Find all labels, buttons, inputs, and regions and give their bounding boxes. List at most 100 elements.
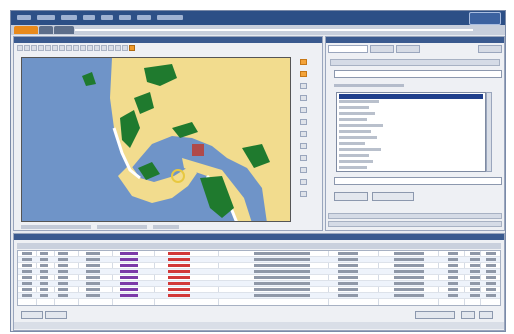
layer-toggle[interactable]	[300, 179, 307, 185]
table-cell[interactable]	[168, 258, 190, 261]
menu-item[interactable]	[17, 15, 31, 20]
table-cell	[448, 282, 458, 285]
table-cell[interactable]	[120, 270, 138, 273]
list-item[interactable]	[339, 112, 483, 117]
list-item[interactable]	[339, 118, 483, 123]
list-item[interactable]	[339, 94, 483, 99]
list-scrollbar[interactable]	[486, 92, 492, 172]
layer-toggle[interactable]	[300, 107, 307, 113]
table-cell[interactable]	[120, 282, 138, 285]
table-cell	[338, 294, 358, 297]
clear-icon[interactable]	[122, 45, 128, 51]
list-item[interactable]	[339, 136, 483, 141]
layer-toggle[interactable]	[300, 167, 307, 173]
full-extent-icon[interactable]	[59, 45, 65, 51]
list-item[interactable]	[339, 130, 483, 135]
table-cell[interactable]	[120, 252, 138, 255]
table-cell[interactable]	[168, 264, 190, 267]
list-item[interactable]	[339, 100, 483, 105]
grid-header-row[interactable]	[17, 243, 501, 249]
table-cell	[486, 252, 496, 255]
legend-icon[interactable]	[108, 45, 114, 51]
list-item[interactable]	[339, 148, 483, 153]
table-cell	[254, 258, 310, 261]
layer-toggle[interactable]	[300, 59, 307, 65]
grid-button[interactable]	[21, 311, 43, 319]
list-item[interactable]	[339, 142, 483, 147]
layer-toggle[interactable]	[300, 191, 307, 197]
table-cell[interactable]	[120, 294, 138, 297]
layer-toggle[interactable]	[300, 119, 307, 125]
layer-select[interactable]	[334, 70, 502, 78]
properties-section-header[interactable]	[330, 59, 500, 66]
layer-toggle[interactable]	[300, 83, 307, 89]
measure-icon[interactable]	[52, 45, 58, 51]
table-cell[interactable]	[120, 288, 138, 291]
options-button[interactable]	[372, 192, 414, 201]
table-cell[interactable]	[168, 252, 190, 255]
properties-footer	[328, 213, 502, 229]
identify-icon[interactable]	[45, 45, 51, 51]
footer-row[interactable]	[328, 221, 502, 227]
menu-item[interactable]	[37, 15, 55, 20]
export-icon[interactable]	[94, 45, 100, 51]
properties-tab[interactable]	[370, 45, 394, 53]
table-cell	[58, 282, 68, 285]
grid-button[interactable]	[479, 311, 493, 319]
value-field[interactable]	[334, 177, 502, 185]
properties-tab[interactable]	[328, 45, 368, 53]
next-extent-icon[interactable]	[73, 45, 79, 51]
tab-active[interactable]	[14, 26, 38, 34]
print-icon[interactable]	[87, 45, 93, 51]
footer-row[interactable]	[328, 213, 502, 219]
properties-tab[interactable]	[478, 45, 502, 53]
table-cell[interactable]	[168, 270, 190, 273]
previous-extent-icon[interactable]	[66, 45, 72, 51]
table-cell[interactable]	[120, 258, 138, 261]
layer-toggle[interactable]	[300, 71, 307, 77]
list-item[interactable]	[339, 160, 483, 165]
menu-item[interactable]	[61, 15, 77, 20]
map-canvas[interactable]	[21, 57, 291, 222]
grid-button[interactable]	[45, 311, 67, 319]
tab-2[interactable]	[39, 26, 53, 34]
tab-3[interactable]	[54, 26, 74, 34]
list-item[interactable]	[339, 166, 483, 171]
pan-icon[interactable]	[31, 45, 37, 51]
zoom-out-icon[interactable]	[24, 45, 30, 51]
grid-button[interactable]	[461, 311, 475, 319]
table-cell[interactable]	[168, 276, 190, 279]
properties-tab[interactable]	[396, 45, 420, 53]
layer-toggle[interactable]	[300, 131, 307, 137]
layer-toggle[interactable]	[300, 143, 307, 149]
table-cell[interactable]	[168, 294, 190, 297]
menu-item[interactable]	[119, 15, 131, 20]
layer-toggle[interactable]	[300, 95, 307, 101]
highlight-tool-icon[interactable]	[129, 45, 135, 51]
table-cell[interactable]	[120, 276, 138, 279]
zoom-in-icon[interactable]	[17, 45, 23, 51]
list-item[interactable]	[339, 106, 483, 111]
layer-toggle[interactable]	[300, 155, 307, 161]
table-cell[interactable]	[168, 288, 190, 291]
list-item[interactable]	[339, 124, 483, 129]
menu-item[interactable]	[101, 15, 113, 20]
menu-item[interactable]	[137, 15, 151, 20]
table-cell	[394, 264, 424, 267]
menu-item[interactable]	[157, 15, 183, 20]
feature-list[interactable]	[336, 92, 486, 172]
query-icon[interactable]	[115, 45, 121, 51]
table-cell	[22, 258, 32, 261]
table-cell[interactable]	[120, 264, 138, 267]
results-grid[interactable]	[17, 250, 501, 306]
refresh-icon[interactable]	[80, 45, 86, 51]
menu-item[interactable]	[83, 15, 95, 20]
grid-button[interactable]	[415, 311, 455, 319]
table-row[interactable]	[18, 293, 500, 299]
select-icon[interactable]	[38, 45, 44, 51]
list-item[interactable]	[339, 154, 483, 159]
apply-button[interactable]	[334, 192, 368, 201]
table-cell	[86, 258, 100, 261]
table-cell[interactable]	[168, 282, 190, 285]
layers-icon[interactable]	[101, 45, 107, 51]
